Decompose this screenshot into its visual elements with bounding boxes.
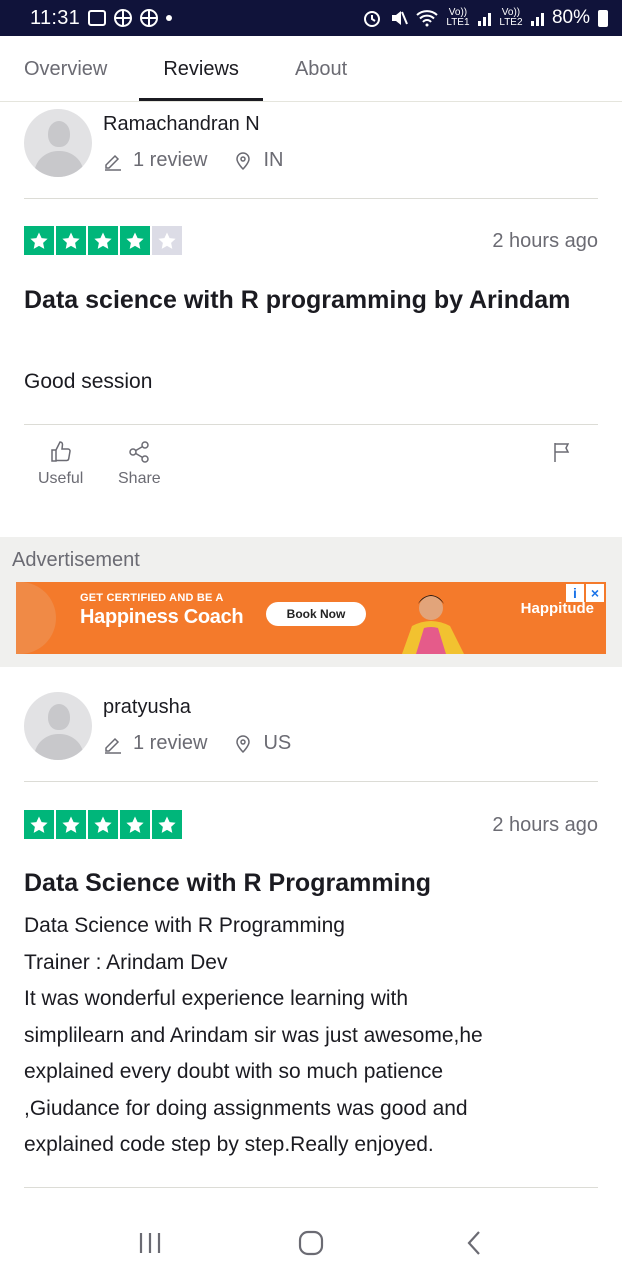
wifi-icon [416, 10, 438, 27]
signal-icon [530, 10, 544, 26]
ad-banner[interactable]: GET CERTIFIED AND BE A Happiness Coach B… [16, 582, 606, 654]
reviewer-header[interactable]: pratyusha 1 review US [24, 686, 598, 782]
avatar [24, 692, 92, 760]
star-icon [88, 226, 118, 255]
back-button[interactable] [454, 1228, 494, 1258]
pencil-icon [105, 737, 121, 754]
home-icon [298, 1230, 324, 1256]
reviewer-country: US [263, 732, 292, 754]
system-nav-bar [0, 1200, 622, 1280]
ad-brand: Happitude [520, 600, 594, 617]
review-date: 2 hours ago [492, 230, 598, 252]
share-button[interactable]: Share [118, 440, 161, 488]
review-title[interactable]: Data Science with R Programming [24, 864, 584, 902]
reviewer-country: IN [263, 149, 284, 171]
battery-percent: 80% [551, 7, 590, 28]
review-title[interactable]: Data science with R programming by Arind… [24, 281, 584, 319]
star-icon [120, 810, 150, 839]
star-rating [24, 226, 182, 255]
review-body-line: Data Science with R Programming [24, 914, 345, 937]
tab-overview[interactable]: Overview [24, 36, 107, 101]
star-empty-icon [152, 226, 182, 255]
star-icon [56, 226, 86, 255]
ad-cta-button[interactable]: Book Now [266, 602, 366, 626]
advertisement-section: Advertisement GET CERTIFIED AND BE A Hap… [0, 537, 622, 667]
review-count: 1 review [133, 732, 208, 754]
tab-bar: Overview Reviews About [0, 36, 622, 102]
more-notifications-icon [166, 15, 173, 21]
app-notification-icon [140, 9, 159, 27]
location-pin-icon [236, 734, 251, 753]
thumbs-up-icon [50, 441, 71, 462]
rating-row: 2 hours ago [24, 220, 598, 260]
report-flag-button[interactable] [550, 440, 574, 470]
star-icon [120, 226, 150, 255]
pencil-icon [105, 154, 121, 171]
home-button[interactable] [291, 1228, 331, 1258]
reviewer-meta: 1 review IN [103, 149, 283, 172]
review-body-line: simplilearn and Arindam sir was just awe… [24, 1023, 483, 1047]
reviewer-name[interactable]: pratyusha [103, 696, 191, 719]
flag-icon [554, 443, 570, 462]
review-body: Good session [24, 364, 598, 401]
reviewer-header[interactable]: Ramachandran N 1 review IN [24, 103, 598, 199]
tab-about[interactable]: About [295, 36, 347, 101]
status-time: 11:31 [30, 6, 81, 29]
tab-reviews[interactable]: Reviews [139, 36, 263, 101]
share-label: Share [118, 470, 161, 487]
status-bar: 11:31 Vo)) LTE1 Vo)) LTE2 80% [0, 0, 622, 36]
divider [24, 424, 598, 425]
reviewer-name[interactable]: Ramachandran N [103, 113, 260, 136]
review-date: 2 hours ago [492, 814, 598, 836]
useful-label: Useful [38, 470, 84, 487]
review-body: Data Science with R Programming Trainer … [24, 908, 598, 1164]
star-rating [24, 810, 182, 839]
alarm-icon [363, 11, 380, 27]
signal-icon [477, 10, 491, 26]
gallery-notification-icon [88, 10, 107, 26]
review-body-line: Trainer : Arindam Dev [24, 950, 228, 974]
reviewer-meta: 1 review US [103, 732, 291, 755]
review-count: 1 review [133, 149, 208, 171]
star-icon [152, 810, 182, 839]
review-body-line: Good session [24, 370, 153, 393]
sim2-label: Vo)) LTE2 [499, 7, 523, 28]
star-icon [24, 226, 54, 255]
avatar [24, 109, 92, 177]
ad-close-icon[interactable]: × [586, 584, 604, 602]
location-pin-icon [236, 151, 251, 170]
ad-info-icon[interactable]: i [566, 584, 584, 602]
review-body-line: It was wonderful experience learning wit… [24, 987, 409, 1010]
star-icon [24, 810, 54, 839]
ad-person-image [402, 595, 464, 654]
recent-apps-button[interactable] [130, 1228, 170, 1258]
divider [24, 1187, 598, 1188]
app-notification-icon [114, 9, 133, 27]
mute-icon [391, 11, 408, 25]
ad-headline: Happiness Coach [80, 606, 244, 628]
back-icon [467, 1231, 480, 1255]
review-actions: Useful Share [24, 440, 598, 500]
useful-button[interactable]: Useful [38, 440, 83, 488]
star-icon [56, 810, 86, 839]
review-body-line: ,Giudance for doing assignments was good… [24, 1096, 468, 1120]
ad-headline-small: GET CERTIFIED AND BE A [80, 592, 224, 604]
battery-icon [598, 9, 608, 27]
review-body-line: explained code step by step.Really enjoy… [24, 1133, 434, 1156]
review-body-line: explained every doubt with so much patie… [24, 1060, 444, 1083]
advertisement-label: Advertisement [12, 549, 140, 571]
recent-apps-icon [139, 1233, 161, 1253]
sim1-label: Vo)) LTE1 [446, 7, 470, 28]
rating-row: 2 hours ago [24, 804, 598, 844]
star-icon [88, 810, 118, 839]
share-icon [129, 441, 150, 463]
